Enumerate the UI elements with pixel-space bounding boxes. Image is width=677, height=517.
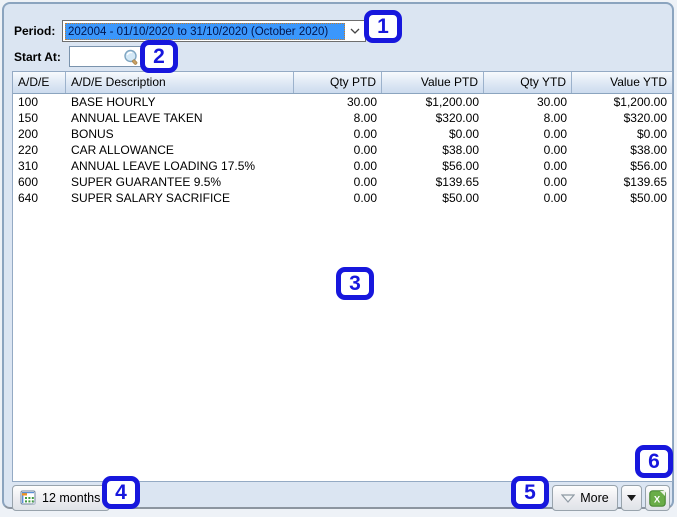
period-selected-value: 202004 - 01/10/2020 to 31/10/2020 (Octob…: [65, 23, 345, 40]
cell-description: ANNUAL LEAVE TAKEN: [66, 110, 294, 126]
cell-value-ytd: $1,200.00: [572, 94, 672, 110]
more-dropdown-button[interactable]: [621, 485, 642, 511]
cell-qty-ptd: 0.00: [294, 142, 382, 158]
table-row[interactable]: 310ANNUAL LEAVE LOADING 17.5%0.00$56.000…: [13, 158, 672, 174]
start-at-input[interactable]: [69, 46, 143, 67]
cell-value-ytd: $0.00: [572, 126, 672, 142]
pay-period-panel: Period: 202004 - 01/10/2020 to 31/10/202…: [2, 2, 674, 509]
cell-ade: 640: [13, 190, 66, 206]
cell-value-ptd: $320.00: [382, 110, 484, 126]
table-row[interactable]: 600SUPER GUARANTEE 9.5%0.00$139.650.00$1…: [13, 174, 672, 190]
cell-qty-ptd: 8.00: [294, 110, 382, 126]
cell-value-ptd: $50.00: [382, 190, 484, 206]
cell-value-ptd: $1,200.00: [382, 94, 484, 110]
cell-description: BASE HOURLY: [66, 94, 294, 110]
cell-qty-ytd: 0.00: [484, 174, 572, 190]
cell-value-ytd: $56.00: [572, 158, 672, 174]
cell-qty-ptd: 0.00: [294, 174, 382, 190]
cell-value-ptd: $139.65: [382, 174, 484, 190]
annotation-badge-4: 4: [102, 476, 140, 509]
annotation-badge-3: 3: [336, 267, 374, 300]
cell-description: SUPER SALARY SACRIFICE: [66, 190, 294, 206]
table-row[interactable]: 640SUPER SALARY SACRIFICE0.00$50.000.00$…: [13, 190, 672, 206]
twelve-months-button[interactable]: 12 months: [12, 485, 110, 511]
more-label: More: [580, 491, 608, 505]
excel-export-icon: X: [649, 490, 666, 507]
cell-qty-ptd: 0.00: [294, 190, 382, 206]
ade-table-header: A/D/EA/D/E DescriptionQty PTDValue PTDQt…: [13, 72, 672, 94]
calendar-icon: [20, 490, 37, 506]
cell-qty-ytd: 0.00: [484, 158, 572, 174]
cell-ade: 100: [13, 94, 66, 110]
column-header-qty-ytd[interactable]: Qty YTD: [484, 72, 572, 93]
cell-value-ptd: $56.00: [382, 158, 484, 174]
cell-ade: 600: [13, 174, 66, 190]
magnifier-icon[interactable]: [123, 49, 140, 66]
cell-ade: 150: [13, 110, 66, 126]
table-row[interactable]: 100BASE HOURLY30.00$1,200.0030.00$1,200.…: [13, 94, 672, 110]
ade-table-body: 100BASE HOURLY30.00$1,200.0030.00$1,200.…: [13, 94, 672, 206]
cell-value-ptd: $38.00: [382, 142, 484, 158]
cell-value-ytd: $139.65: [572, 174, 672, 190]
table-row[interactable]: 220CAR ALLOWANCE0.00$38.000.00$38.00: [13, 142, 672, 158]
cell-ade: 310: [13, 158, 66, 174]
cell-qty-ptd: 0.00: [294, 158, 382, 174]
cell-description: SUPER GUARANTEE 9.5%: [66, 174, 294, 190]
cell-value-ytd: $320.00: [572, 110, 672, 126]
cell-value-ytd: $38.00: [572, 142, 672, 158]
svg-text:X: X: [654, 494, 661, 505]
twelve-months-label: 12 months: [42, 491, 100, 505]
cell-value-ytd: $50.00: [572, 190, 672, 206]
cell-qty-ytd: 8.00: [484, 110, 572, 126]
table-row[interactable]: 150ANNUAL LEAVE TAKEN8.00$320.008.00$320…: [13, 110, 672, 126]
column-header-value-ptd[interactable]: Value PTD: [382, 72, 484, 93]
more-button[interactable]: More: [552, 485, 618, 511]
start-at-label: Start At:: [14, 50, 61, 64]
annotation-badge-1: 1: [364, 10, 402, 43]
cell-qty-ytd: 0.00: [484, 126, 572, 142]
chevron-down-icon[interactable]: [345, 21, 365, 41]
cell-qty-ytd: 0.00: [484, 142, 572, 158]
annotation-badge-2: 2: [140, 40, 178, 73]
annotation-badge-6: 6: [635, 445, 673, 478]
annotation-badge-5: 5: [511, 476, 549, 509]
cell-qty-ptd: 30.00: [294, 94, 382, 110]
table-row[interactable]: 200BONUS0.00$0.000.00$0.00: [13, 126, 672, 142]
cell-qty-ytd: 0.00: [484, 190, 572, 206]
cell-qty-ptd: 0.00: [294, 126, 382, 142]
cell-ade: 220: [13, 142, 66, 158]
column-header-description[interactable]: A/D/E Description: [66, 72, 294, 93]
column-header-ade[interactable]: A/D/E: [13, 72, 66, 93]
column-header-qty-ptd[interactable]: Qty PTD: [294, 72, 382, 93]
cell-qty-ytd: 30.00: [484, 94, 572, 110]
cell-ade: 200: [13, 126, 66, 142]
cell-description: ANNUAL LEAVE LOADING 17.5%: [66, 158, 294, 174]
period-combobox[interactable]: 202004 - 01/10/2020 to 31/10/2020 (Octob…: [62, 20, 366, 42]
triangle-down-outline-icon: [561, 494, 575, 503]
cell-description: CAR ALLOWANCE: [66, 142, 294, 158]
export-excel-button[interactable]: X: [645, 485, 670, 511]
caret-down-icon: [627, 495, 636, 501]
period-label: Period:: [14, 24, 55, 38]
column-header-value-ytd[interactable]: Value YTD: [572, 72, 672, 93]
cell-description: BONUS: [66, 126, 294, 142]
cell-value-ptd: $0.00: [382, 126, 484, 142]
